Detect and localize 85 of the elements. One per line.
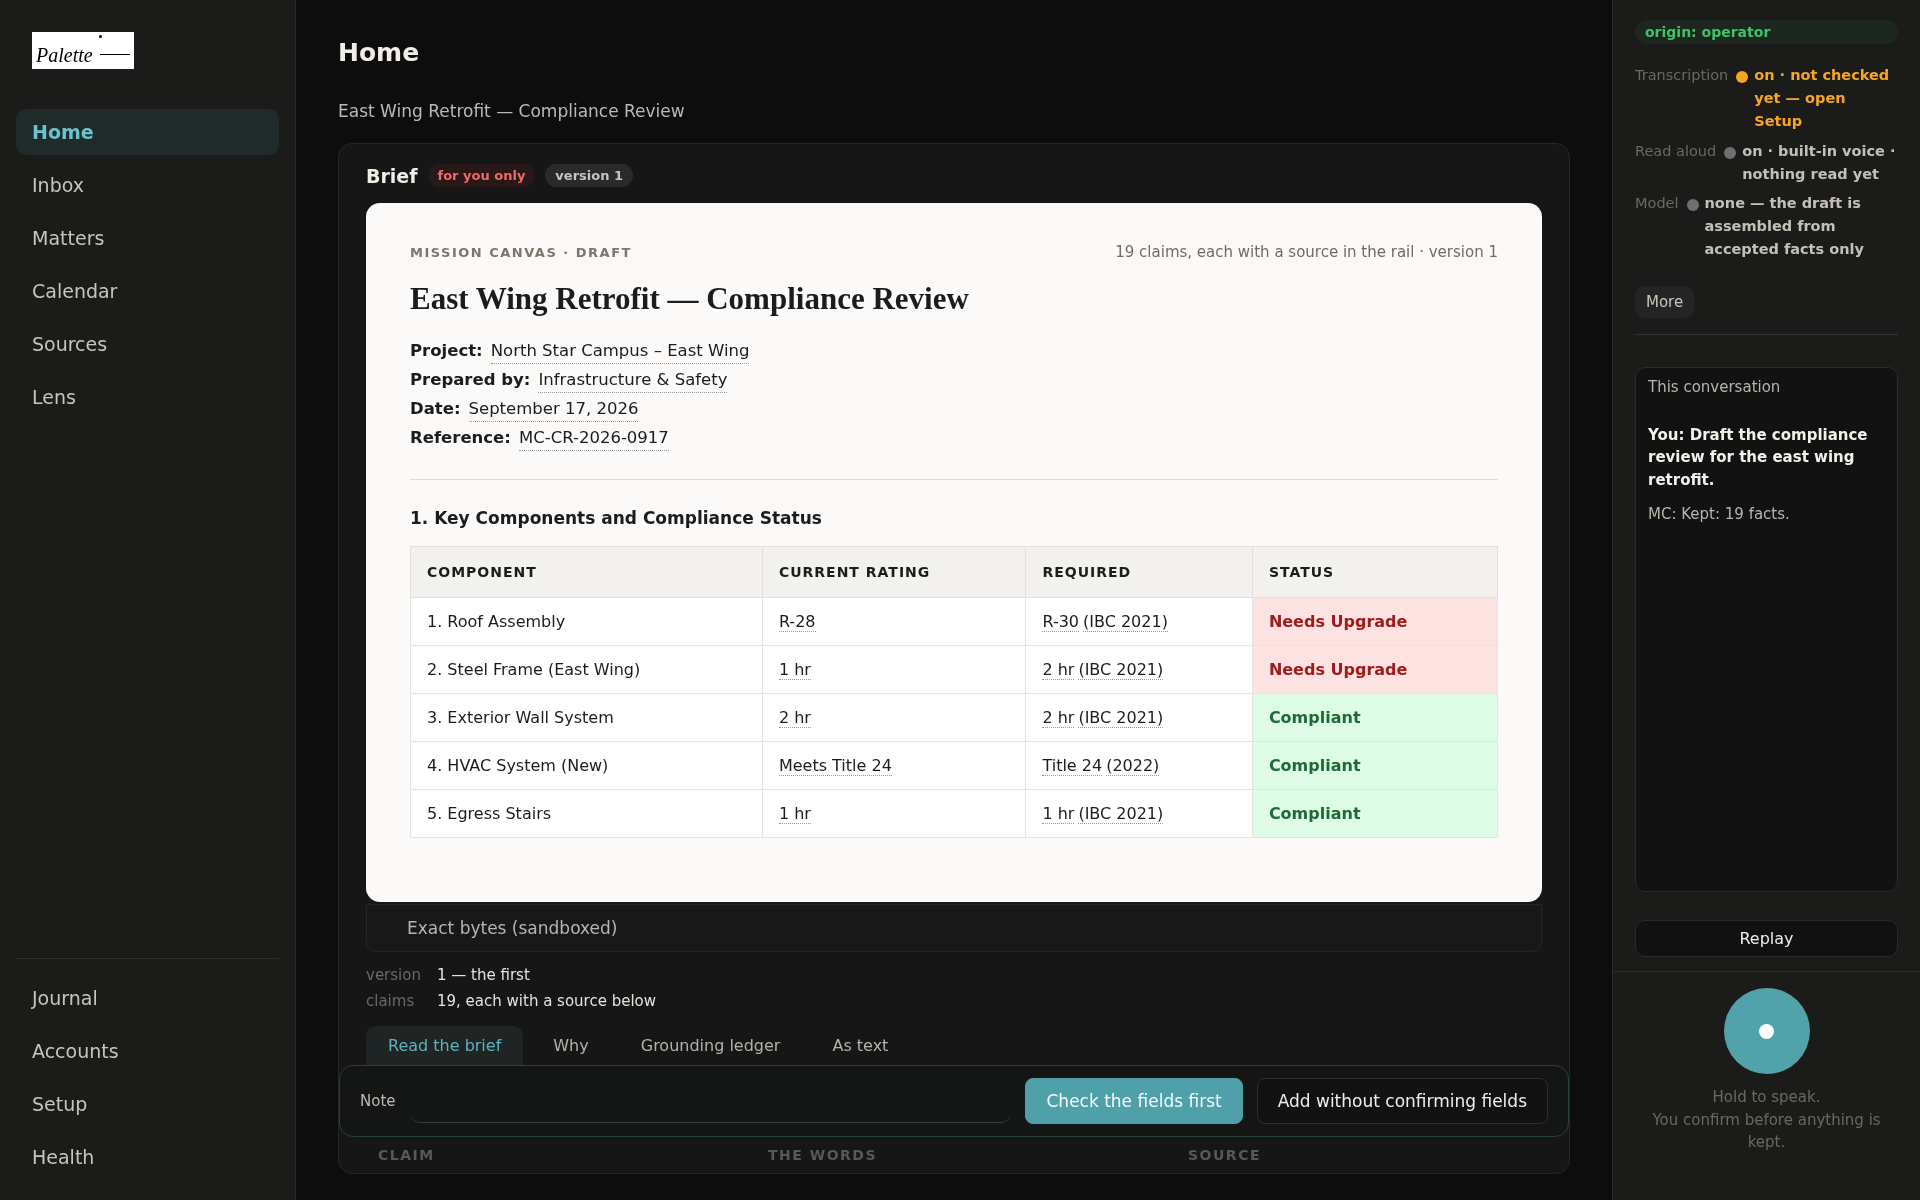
column-header: CURRENT RATING bbox=[762, 546, 1026, 598]
nav-item[interactable]: Matters bbox=[16, 215, 279, 261]
section-heading: 1. Key Components and Compliance Status bbox=[410, 507, 823, 528]
status-cell: Needs Upgrade bbox=[1252, 597, 1498, 646]
tab[interactable]: Why bbox=[531, 1025, 611, 1065]
document-title: East Wing Retrofit — Compliance Review bbox=[410, 281, 970, 317]
status-label: Transcription bbox=[1635, 66, 1729, 85]
nav-item[interactable]: Journal bbox=[16, 975, 279, 1021]
replay-button[interactable]: Replay bbox=[1635, 920, 1898, 957]
document-eyebrow: MISSION CANVAS · DRAFT bbox=[410, 245, 632, 260]
claim-value[interactable]: 2 hr bbox=[1042, 707, 1075, 728]
tab[interactable]: Read the brief bbox=[366, 1025, 524, 1065]
claim-value[interactable]: (2022) bbox=[1106, 755, 1160, 776]
claim-value[interactable]: R-30 bbox=[1042, 611, 1079, 632]
field-label: Date: bbox=[410, 397, 461, 420]
status-cell: Compliant bbox=[1252, 789, 1498, 838]
column-header: CLAIM bbox=[378, 1146, 436, 1163]
status-cell: Compliant bbox=[1252, 741, 1498, 790]
table-cell: 1. Roof Assembly bbox=[410, 597, 763, 646]
page-title: Home bbox=[338, 38, 421, 67]
claim-value[interactable]: Meets Title 24 bbox=[778, 755, 892, 776]
table-cell: 4. HVAC System (New) bbox=[410, 741, 763, 790]
hint-text: Hold to speak. bbox=[1712, 1087, 1821, 1108]
brief-title: Brief bbox=[366, 164, 418, 187]
meta-label: version bbox=[366, 965, 421, 984]
note-label: Note bbox=[360, 1091, 396, 1110]
meta-label: claims bbox=[366, 991, 416, 1010]
origin-badge: origin: operator bbox=[1635, 20, 1898, 44]
column-header: REQUIRED bbox=[1025, 546, 1253, 598]
status-value: on · not checked yet — open Setup bbox=[1754, 66, 1891, 132]
nav-item[interactable]: Inbox bbox=[16, 162, 279, 208]
table-cell: 5. Egress Stairs bbox=[410, 789, 763, 838]
claim-value[interactable]: (IBC 2021) bbox=[1078, 659, 1164, 680]
table-cell: 3. Exterior Wall System bbox=[410, 693, 763, 742]
page-subtitle: East Wing Retrofit — Compliance Review bbox=[338, 101, 686, 121]
claim-value[interactable]: 1 hr bbox=[1042, 803, 1075, 824]
add-button[interactable]: Add without confirming fields bbox=[1256, 1077, 1548, 1124]
claim-value[interactable]: Title 24 bbox=[1042, 755, 1103, 776]
claim-value[interactable]: 2 hr bbox=[778, 707, 811, 728]
column-header: SOURCE bbox=[1188, 1146, 1262, 1163]
tab[interactable]: Grounding ledger bbox=[618, 1025, 803, 1065]
field-label: Prepared by: bbox=[410, 368, 531, 391]
status-cell: Compliant bbox=[1252, 693, 1498, 742]
badge: version 1 bbox=[545, 164, 633, 187]
status-cell: Needs Upgrade bbox=[1252, 645, 1498, 694]
field-value[interactable]: North Star Campus – East Wing bbox=[490, 339, 750, 364]
badge: for you only bbox=[427, 164, 536, 187]
nav-item[interactable]: Health bbox=[16, 1134, 279, 1180]
more-button[interactable]: More bbox=[1635, 285, 1695, 318]
chat-message: You: Draft the compliance review for the east wing retrofit. bbox=[1648, 424, 1869, 491]
conversation-title: This conversation bbox=[1648, 377, 1782, 396]
claim-value[interactable]: 2 hr bbox=[1042, 659, 1075, 680]
claim-value[interactable]: 1 hr bbox=[778, 803, 811, 824]
hint-text: You confirm before anything is kept. bbox=[1651, 1109, 1882, 1153]
column-header: COMPONENT bbox=[410, 546, 763, 598]
claim-value[interactable]: R-28 bbox=[778, 611, 816, 632]
claim-value[interactable]: (IBC 2021) bbox=[1078, 707, 1164, 728]
claim-value[interactable]: 1 hr bbox=[778, 659, 811, 680]
nav-item[interactable]: Home bbox=[16, 109, 279, 155]
column-header: THE WORDS bbox=[768, 1146, 879, 1163]
field-value[interactable]: MC-CR-2026-0917 bbox=[518, 425, 669, 451]
meta-value: 1 — the first bbox=[437, 965, 530, 984]
status-value: on · built-in voice · nothing read yet bbox=[1742, 141, 1897, 184]
status-label: Read aloud bbox=[1635, 141, 1717, 161]
nav-item[interactable]: Accounts bbox=[16, 1028, 279, 1074]
exact-bytes-toggle[interactable]: Exact bytes (sandboxed) bbox=[366, 903, 1542, 952]
status-label: Model bbox=[1635, 193, 1679, 213]
claim-value[interactable]: (IBC 2021) bbox=[1083, 611, 1168, 632]
meta-value: 19, each with a source below bbox=[437, 991, 657, 1010]
field-value[interactable]: September 17, 2026 bbox=[468, 396, 639, 422]
document-meta: 19 claims, each with a source in the rail · version 1 bbox=[1115, 243, 1498, 261]
nav-item[interactable]: Setup bbox=[16, 1081, 279, 1127]
nav-item[interactable]: Sources bbox=[16, 321, 279, 367]
claim-value[interactable]: (IBC 2021) bbox=[1078, 803, 1164, 824]
chat-message: MC: Kept: 19 facts. bbox=[1648, 504, 1791, 525]
status-value: none — the draft is assembled from accepted facts only bbox=[1704, 193, 1865, 260]
table-cell: 2. Steel Frame (East Wing) bbox=[410, 645, 763, 694]
field-value[interactable]: Infrastructure & Safety bbox=[538, 367, 728, 393]
field-label: Reference: bbox=[410, 426, 511, 449]
tab[interactable]: As text bbox=[810, 1025, 911, 1065]
nav-item[interactable]: Lens bbox=[16, 374, 279, 420]
nav-item[interactable]: Calendar bbox=[16, 268, 279, 314]
logo: Palette bbox=[32, 32, 134, 69]
field-label: Project: bbox=[410, 340, 483, 362]
column-header: STATUS bbox=[1252, 546, 1498, 598]
